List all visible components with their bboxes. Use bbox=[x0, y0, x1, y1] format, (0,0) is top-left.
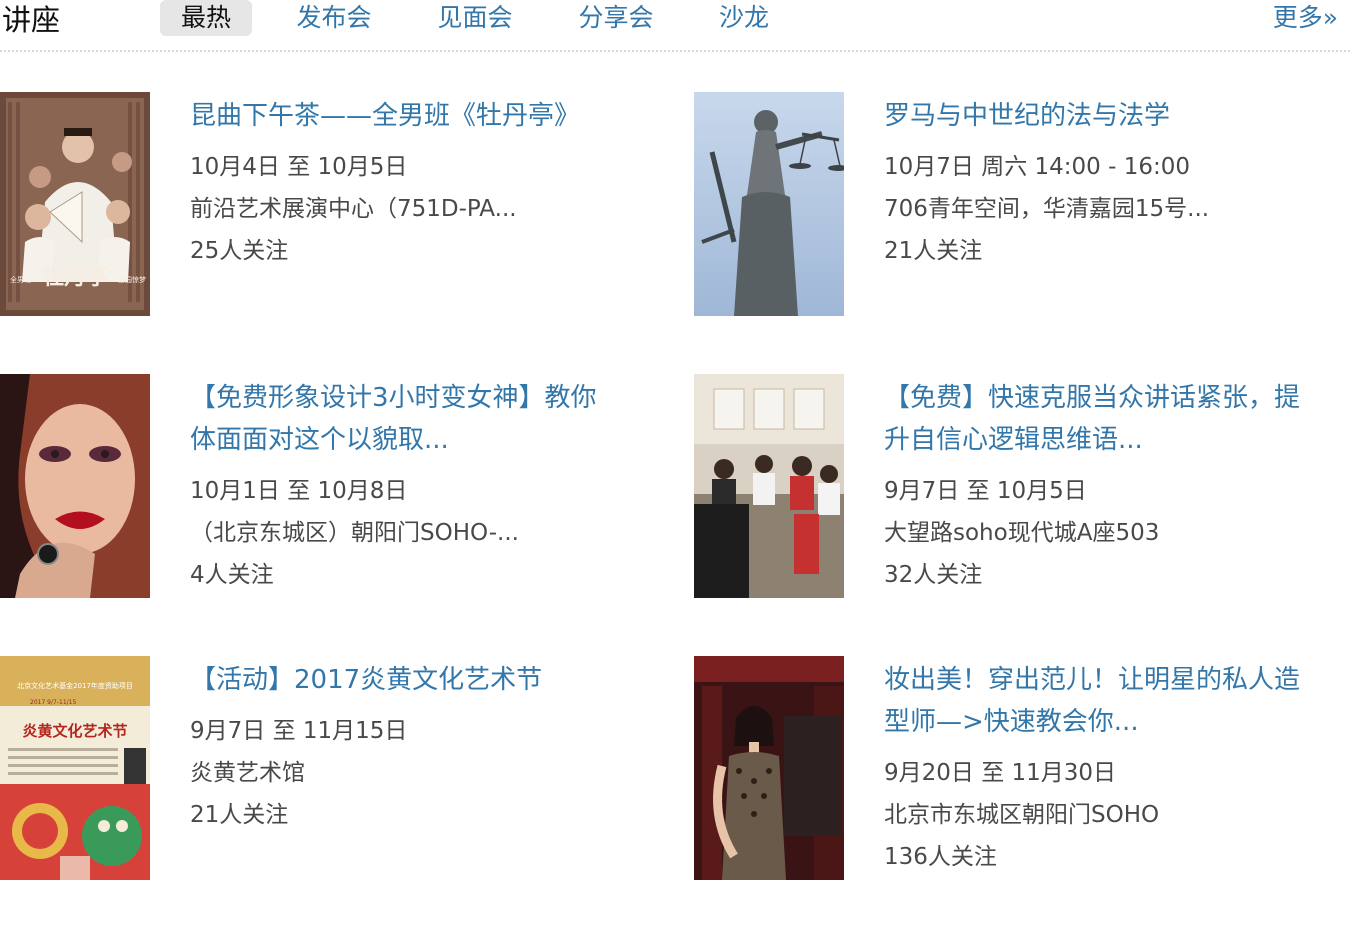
svg-text:2017 9/7-11/15: 2017 9/7-11/15 bbox=[30, 699, 76, 706]
event-title-link[interactable]: 昆曲下午茶——全男班《牡丹亭》 bbox=[190, 95, 620, 137]
tab-hottest[interactable]: 最热 bbox=[160, 0, 252, 36]
fashion-portrait-photo-icon[interactable] bbox=[694, 656, 844, 880]
event-card: 罗马与中世纪的法与法学 10月7日 周六 14:00 - 16:00 706青年… bbox=[694, 92, 1344, 316]
event-card: 北京文化艺术基金2017年度资助项目 2017 9/7-11/15 炎黄文化艺术… bbox=[0, 656, 650, 880]
event-card: 牡丹亭 全男班 游园惊梦 昆曲下午茶——全男班《牡丹亭》 10月4日 至 10月… bbox=[0, 92, 650, 316]
event-date: 10月4日 至 10月5日 bbox=[190, 154, 408, 180]
classroom-photo-icon[interactable] bbox=[694, 374, 844, 598]
event-title-link[interactable]: 【免费形象设计3小时变女神】教你体面面对这个以貌取... bbox=[190, 377, 620, 461]
section-title: 讲座 bbox=[2, 3, 61, 37]
section-header: 讲座 最热 发布会 见面会 分享会 沙龙 更多» bbox=[0, 0, 1350, 52]
event-date: 9月20日 至 11月30日 bbox=[884, 760, 1117, 786]
svg-text:炎黄文化艺术节: 炎黄文化艺术节 bbox=[22, 722, 127, 740]
event-card: 【免费】快速克服当众讲话紧张，提升自信心逻辑思维语... 9月7日 至 10月5… bbox=[694, 374, 1344, 598]
event-followers: 21人关注 bbox=[190, 802, 289, 828]
event-followers: 25人关注 bbox=[190, 238, 289, 264]
makeup-portrait-photo-icon[interactable] bbox=[0, 374, 150, 598]
event-title-link[interactable]: 妆出美！穿出范儿！让明星的私人造型师—>快速教会你... bbox=[884, 659, 1314, 743]
event-followers: 136人关注 bbox=[884, 844, 997, 870]
event-title-link[interactable]: 【免费】快速克服当众讲话紧张，提升自信心逻辑思维语... bbox=[884, 377, 1314, 461]
tab-salons[interactable]: 沙龙 bbox=[711, 0, 777, 36]
event-location: 706青年空间，华清嘉园15号... bbox=[884, 196, 1210, 222]
event-date: 9月7日 至 10月5日 bbox=[884, 478, 1087, 504]
event-card: 妆出美！穿出范儿！让明星的私人造型师—>快速教会你... 9月20日 至 11月… bbox=[694, 656, 1344, 880]
event-location: 前沿艺术展演中心（751D-PA... bbox=[190, 196, 517, 222]
poster-text: 牡丹亭 bbox=[42, 264, 108, 290]
tab-launch-events[interactable]: 发布会 bbox=[288, 0, 380, 36]
svg-text:游园惊梦: 游园惊梦 bbox=[118, 275, 146, 284]
event-location: 北京市东城区朝阳门SOHO bbox=[884, 802, 1160, 828]
event-location: 炎黄艺术馆 bbox=[190, 760, 305, 786]
tab-meetups[interactable]: 见面会 bbox=[429, 0, 521, 36]
event-date: 10月1日 至 10月8日 bbox=[190, 478, 408, 504]
svg-text:全男班: 全男班 bbox=[10, 275, 31, 284]
more-link[interactable]: 更多» bbox=[1273, 0, 1338, 36]
event-followers: 21人关注 bbox=[884, 238, 983, 264]
event-followers: 4人关注 bbox=[190, 562, 274, 588]
justice-statue-photo-icon[interactable] bbox=[694, 92, 844, 316]
event-card: 【免费形象设计3小时变女神】教你体面面对这个以貌取... 10月1日 至 10月… bbox=[0, 374, 650, 598]
event-location: （北京东城区）朝阳门SOHO-... bbox=[190, 520, 519, 546]
event-title-link[interactable]: 罗马与中世纪的法与法学 bbox=[884, 95, 1314, 137]
event-followers: 32人关注 bbox=[884, 562, 983, 588]
event-title-link[interactable]: 【活动】2017炎黄文化艺术节 bbox=[190, 659, 620, 701]
svg-text:北京文化艺术基金2017年度资助项目: 北京文化艺术基金2017年度资助项目 bbox=[17, 681, 133, 690]
event-location: 大望路soho现代城A座503 bbox=[884, 520, 1160, 546]
opera-poster-icon[interactable]: 牡丹亭 全男班 游园惊梦 bbox=[0, 92, 150, 316]
event-date: 10月7日 周六 14:00 - 16:00 bbox=[884, 154, 1191, 180]
event-date: 9月7日 至 11月15日 bbox=[190, 718, 408, 744]
tab-sharing-sessions[interactable]: 分享会 bbox=[570, 0, 662, 36]
festival-poster-icon[interactable]: 北京文化艺术基金2017年度资助项目 2017 9/7-11/15 炎黄文化艺术… bbox=[0, 656, 150, 880]
